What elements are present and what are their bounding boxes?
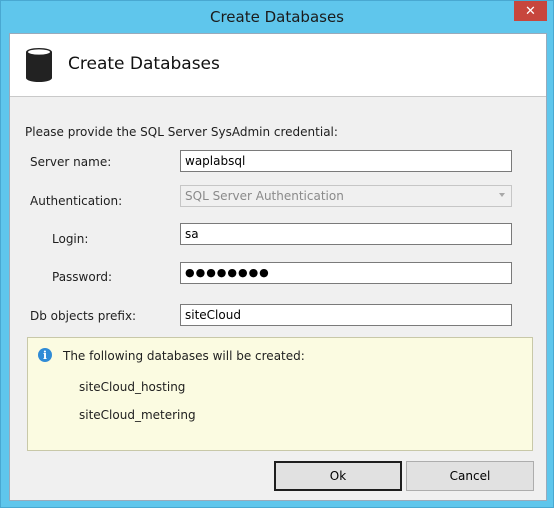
authentication-value: SQL Server Authentication: [185, 189, 344, 203]
password-label: Password:: [52, 270, 113, 284]
database-item: siteCloud_hosting: [79, 380, 186, 394]
ok-button[interactable]: Ok: [274, 461, 402, 491]
server-name-label: Server name:: [30, 155, 112, 169]
dialog-header: Create Databases: [10, 34, 546, 97]
server-name-input[interactable]: waplabsql: [180, 150, 512, 172]
close-icon: ✕: [525, 3, 536, 19]
title-bar[interactable]: Create Databases ✕: [1, 1, 553, 33]
database-item: siteCloud_metering: [79, 408, 196, 422]
window-title: Create Databases: [210, 8, 344, 26]
close-button[interactable]: ✕: [514, 1, 547, 21]
info-panel: i The following databases will be create…: [27, 337, 533, 451]
password-input[interactable]: ●●●●●●●●: [180, 262, 512, 284]
info-icon: i: [38, 348, 52, 362]
login-input[interactable]: sa: [180, 223, 512, 245]
authentication-dropdown[interactable]: SQL Server Authentication: [180, 185, 512, 207]
login-label: Login:: [52, 232, 89, 246]
prefix-input[interactable]: siteCloud: [180, 304, 512, 326]
authentication-label: Authentication:: [30, 194, 123, 208]
credential-intro: Please provide the SQL Server SysAdmin c…: [25, 125, 338, 139]
database-icon: [26, 48, 52, 82]
dialog-body: Create Databases Please provide the SQL …: [9, 33, 547, 501]
prefix-label: Db objects prefix:: [30, 309, 137, 323]
create-databases-window: Create Databases ✕ Create Databases Plea…: [0, 0, 554, 508]
info-heading: The following databases will be created:: [63, 349, 305, 363]
cancel-button[interactable]: Cancel: [406, 461, 534, 491]
chevron-down-icon: [499, 193, 505, 197]
header-title: Create Databases: [68, 54, 220, 74]
